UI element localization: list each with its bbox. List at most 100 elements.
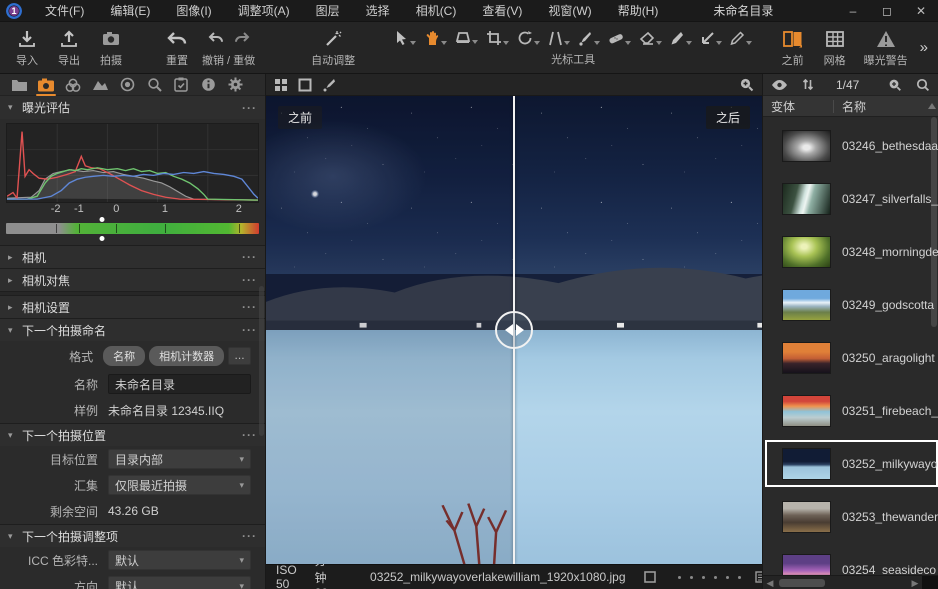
sort-icon[interactable]: [802, 78, 814, 91]
list-item[interactable]: 03249_godscotta: [763, 278, 938, 331]
search-icon[interactable]: [916, 78, 930, 92]
section-more-icon[interactable]: ···: [242, 323, 257, 337]
multi-view-icon[interactable]: [274, 78, 288, 92]
section-naming-header[interactable]: ▾ 下一个拍摄命名 ···: [0, 318, 265, 341]
menu-file[interactable]: 文件(F): [32, 0, 97, 22]
collection-select[interactable]: 仅限最近拍摄 ▾: [108, 475, 251, 495]
brush-icon[interactable]: [322, 78, 336, 92]
eye-icon[interactable]: [771, 79, 788, 91]
tab-adjustments-icon[interactable]: [170, 75, 192, 95]
tab-color-icon[interactable]: [62, 75, 84, 95]
icc-profile-select[interactable]: 默认 ▾: [108, 550, 251, 570]
tab-lens-icon[interactable]: [116, 75, 138, 95]
list-item[interactable]: 03248_morningde: [763, 225, 938, 278]
menu-camera[interactable]: 相机(C): [403, 0, 470, 22]
section-location-header[interactable]: ▾ 下一个拍摄位置 ···: [0, 423, 265, 446]
section-more-icon[interactable]: ···: [242, 250, 257, 264]
thumbnail-godscottage[interactable]: [783, 290, 830, 320]
name-input[interactable]: 未命名目录: [108, 374, 251, 394]
single-view-icon[interactable]: [298, 78, 312, 92]
tab-capture-camera-icon[interactable]: [35, 75, 57, 95]
thumbnail-seaside[interactable]: [783, 555, 830, 576]
tools-panel-scrollbar[interactable]: [259, 286, 264, 436]
section-more-icon[interactable]: ···: [242, 428, 257, 442]
thumbnail-bethesda[interactable]: [783, 131, 830, 161]
before-after-viewer[interactable]: 之前 之后: [266, 96, 762, 564]
cursor-tool-annotate[interactable]: [727, 29, 755, 48]
scroll-right-icon[interactable]: ▶: [908, 576, 922, 589]
hscroll-thumb[interactable]: [779, 579, 825, 587]
import-button[interactable]: 导入: [6, 22, 48, 73]
cursor-tool-keystone[interactable]: [545, 29, 573, 48]
menu-layers[interactable]: 图层: [303, 0, 353, 22]
section-exposure-eval-header[interactable]: ▾ 曝光评估 ···: [0, 96, 265, 119]
cursor-tool-crop[interactable]: [483, 28, 512, 48]
reset-button[interactable]: 重置: [156, 22, 198, 73]
thumbnail-firebeach[interactable]: [783, 396, 830, 426]
menu-window[interactable]: 视窗(W): [535, 0, 604, 22]
section-camera-header[interactable]: ▸ 相机 ···: [0, 245, 265, 268]
tab-settings-gear-icon[interactable]: [224, 75, 246, 95]
orientation-select[interactable]: 默认 ▾: [108, 576, 251, 589]
list-item[interactable]: 03251_firebeach_: [763, 384, 938, 437]
rating-square-icon[interactable]: [644, 571, 656, 583]
menu-select[interactable]: 选择: [353, 0, 403, 22]
list-item[interactable]: 03250_aragolight: [763, 331, 938, 384]
thumbnail-silverfalls[interactable]: [783, 184, 830, 214]
section-adjustments-header[interactable]: ▾ 下一个拍摄调整项 ···: [0, 524, 265, 547]
auto-adjust-button[interactable]: 自动调整: [303, 22, 363, 73]
thumbnail-thewanderer[interactable]: [783, 502, 830, 532]
list-item-selected[interactable]: 03252_milkywayo: [763, 437, 938, 490]
exposure-eval-slider[interactable]: [6, 219, 259, 239]
token-name[interactable]: 名称: [103, 346, 145, 366]
tab-metadata-info-icon[interactable]: [197, 75, 219, 95]
menu-edit[interactable]: 编辑(E): [97, 0, 163, 22]
grid-button[interactable]: 网格: [814, 22, 856, 73]
tab-details-icon[interactable]: [143, 75, 165, 95]
cursor-tool-select[interactable]: [391, 28, 419, 48]
app-logo-icon[interactable]: [6, 3, 22, 19]
menu-image[interactable]: 图像(I): [163, 0, 224, 22]
format-token-field[interactable]: 名称 相机计数器: [103, 346, 224, 366]
cursor-tool-gradient-mask[interactable]: [697, 29, 725, 48]
split-handle[interactable]: [495, 311, 533, 349]
section-more-icon[interactable]: ···: [242, 300, 257, 314]
thumb-zoom-icon[interactable]: [888, 78, 902, 92]
cursor-tool-draw-mask[interactable]: [667, 29, 695, 48]
export-button[interactable]: 导出: [48, 22, 90, 73]
destination-select[interactable]: 目录内部 ▾: [108, 449, 251, 469]
menu-help[interactable]: 帮助(H): [605, 0, 672, 22]
viewer-zoom-icon[interactable]: [739, 77, 754, 92]
column-name[interactable]: 名称: [834, 98, 866, 115]
tab-library-folder-icon[interactable]: [8, 75, 30, 95]
scroll-left-icon[interactable]: ◀: [763, 576, 777, 589]
maximize-button[interactable]: ◻: [870, 0, 904, 22]
list-item[interactable]: 03254_seasideco: [763, 543, 938, 575]
menu-adjustments[interactable]: 调整项(A): [225, 0, 303, 22]
redo-icon[interactable]: [234, 31, 250, 47]
section-more-icon[interactable]: ···: [242, 101, 257, 115]
minimize-button[interactable]: –: [836, 0, 870, 22]
list-item[interactable]: 03247_silverfalls_: [763, 172, 938, 225]
thumbnail-aragolight[interactable]: [783, 343, 830, 373]
section-camera-focus-header[interactable]: ▸ 相机对焦 ···: [0, 268, 265, 291]
cursor-tool-erase[interactable]: [636, 29, 665, 48]
section-camera-settings-header[interactable]: ▸ 相机设置 ···: [0, 295, 265, 318]
rating-dots[interactable]: [678, 576, 741, 579]
list-item[interactable]: 03253_thewander: [763, 490, 938, 543]
scroll-up-icon[interactable]: [928, 103, 936, 109]
exposure-warning-button[interactable]: 曝光警告: [856, 22, 916, 73]
capture-button[interactable]: 拍摄: [90, 22, 132, 73]
section-more-icon[interactable]: ···: [242, 529, 257, 543]
menu-view[interactable]: 查看(V): [469, 0, 535, 22]
undo-icon[interactable]: [208, 31, 224, 47]
browser-horizontal-scrollbar[interactable]: ◀ ▶: [763, 575, 938, 589]
cursor-tool-pan[interactable]: [421, 28, 450, 48]
section-more-icon[interactable]: ···: [242, 273, 257, 287]
cursor-tool-spot-brush[interactable]: [575, 29, 603, 48]
toolbar-overflow-button[interactable]: »: [916, 22, 932, 73]
list-item[interactable]: 03246_bethesdaa: [763, 119, 938, 172]
cursor-tool-rotate[interactable]: [514, 28, 543, 48]
thumbnail-morningdew[interactable]: [783, 237, 830, 267]
close-button[interactable]: ✕: [904, 0, 938, 22]
